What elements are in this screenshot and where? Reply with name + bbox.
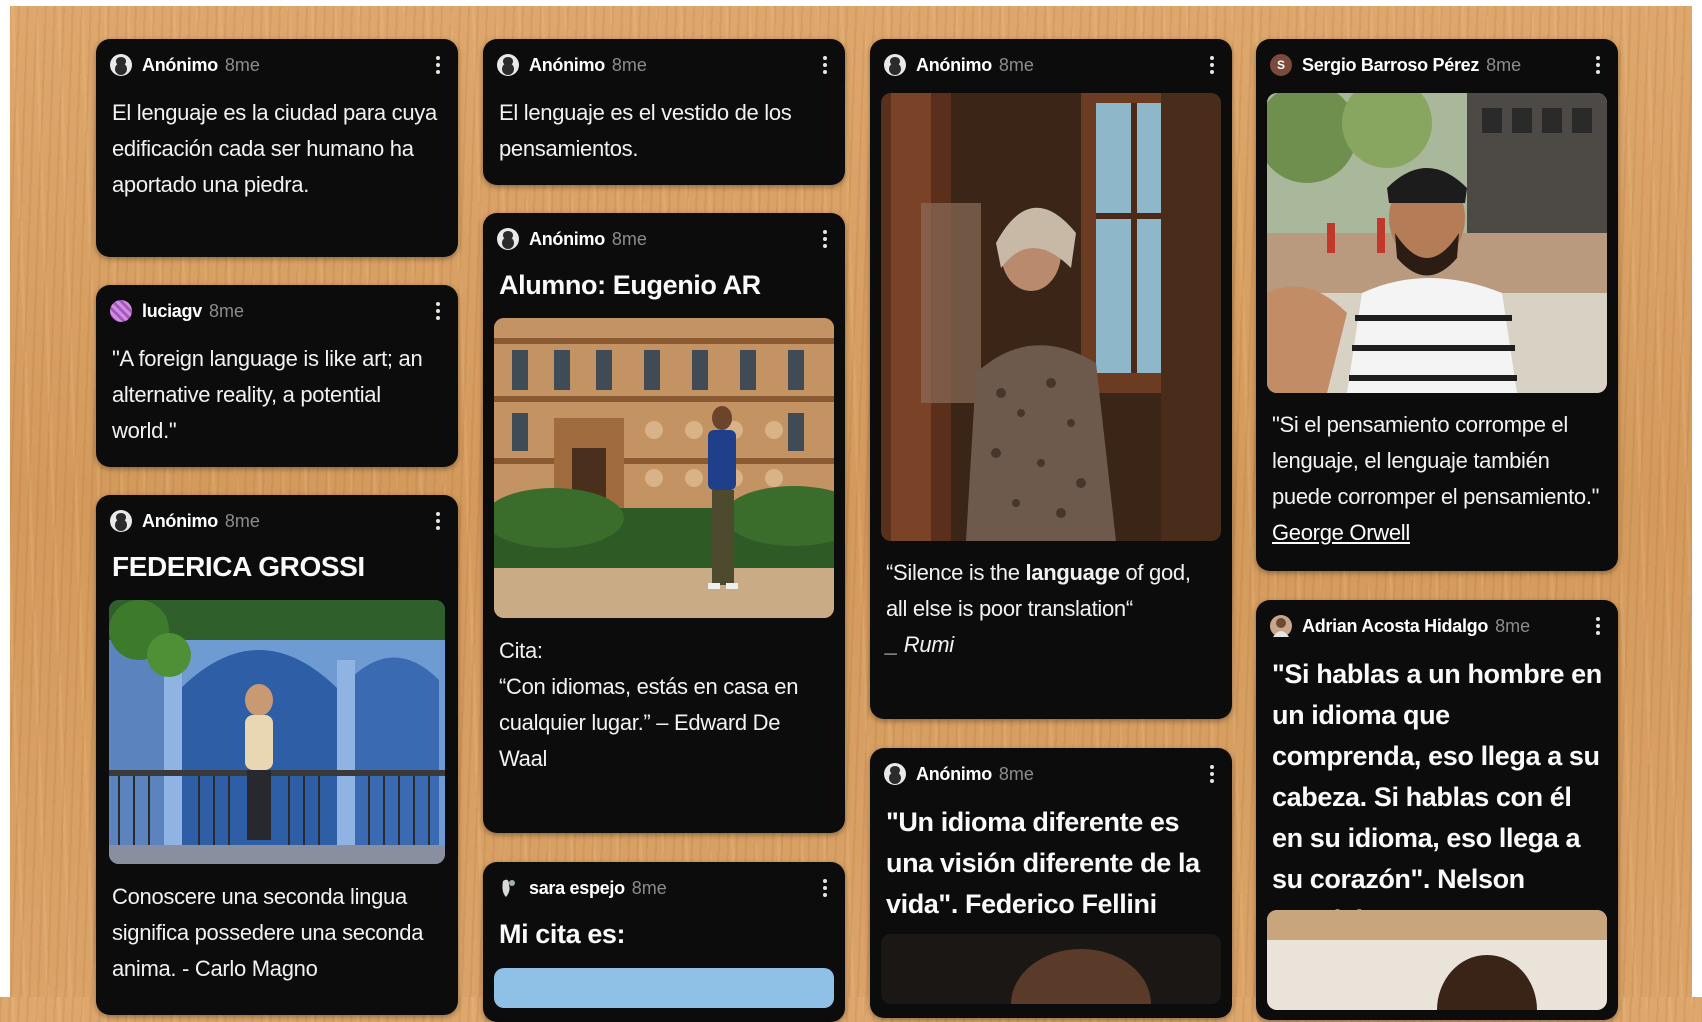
frame-top [0,0,1702,6]
anonymous-avatar-icon [497,54,519,76]
post-text-label: Cita: [499,638,543,663]
post-card[interactable]: sara espejo 8me Mi cita es: [483,862,845,1022]
anonymous-avatar-icon [110,510,132,532]
user-avatar: S [1270,54,1292,76]
post-text: Conoscere una seconda lingua significa p… [112,884,424,981]
post-image[interactable] [881,934,1221,1004]
post-header: Anónimo 8me [110,509,444,533]
user-avatar [110,300,132,322]
post-card[interactable]: Anónimo 8me El lenguaje es la ciudad par… [96,39,458,257]
post-header: Anónimo 8me [884,762,1218,786]
user-avatar [497,877,519,899]
post-author[interactable]: Anónimo [529,55,605,76]
post-image[interactable] [109,600,445,864]
quote-bold: language [1025,560,1120,585]
post-time: 8me [224,510,260,531]
anonymous-avatar-icon [884,763,906,785]
post-author[interactable]: luciagv [142,301,202,322]
post-card[interactable]: luciagv 8me "A foreign language is like … [96,285,458,467]
post-attribution: _ Rumi [886,632,954,657]
post-card[interactable]: S Sergio Barroso Pérez 8me "Si el pensam… [1256,39,1618,571]
more-vertical-icon[interactable] [819,227,831,251]
post-image[interactable] [494,968,834,1008]
post-header: Anónimo 8me [110,53,444,77]
more-vertical-icon[interactable] [1592,53,1604,77]
post-text: El lenguaje es el vestido de los pensami… [499,100,792,161]
anonymous-avatar-icon [884,54,906,76]
post-author[interactable]: Anónimo [529,229,605,250]
post-image[interactable] [494,318,834,618]
post-time: 8me [631,877,667,898]
post-author[interactable]: Anónimo [142,511,218,532]
post-title: FEDERICA GROSSI [112,551,365,582]
post-time: 8me [208,300,244,321]
post-author[interactable]: Adrian Acosta Hidalgo [1302,616,1488,637]
more-vertical-icon[interactable] [432,509,444,533]
more-vertical-icon[interactable] [432,299,444,323]
post-time: 8me [998,763,1034,784]
post-author[interactable]: sara espejo [529,878,625,899]
anonymous-avatar-icon [497,228,519,250]
quote-text: "Si el pensamiento corrompe el lenguaje,… [1272,412,1600,509]
post-card[interactable]: Anónimo 8me Alumno: Eugenio AR Cita: “Co… [483,213,845,833]
post-header: Adrian Acosta Hidalgo 8me [1270,614,1604,638]
post-header: Anónimo 8me [884,53,1218,77]
post-image[interactable] [1267,910,1607,1010]
more-vertical-icon[interactable] [432,53,444,77]
anonymous-avatar-icon [110,54,132,76]
post-text: "Un idioma diferente es una visión difer… [886,807,1200,919]
post-text: "Si el pensamiento corrompe el lenguaje,… [1272,407,1602,551]
post-header: Anónimo 8me [497,227,831,251]
post-text: “Con idiomas, estás en casa en cualquier… [499,674,799,771]
post-image[interactable] [881,93,1221,541]
post-text: “Silence is the language of god, all els… [886,555,1216,627]
author-link[interactable]: George Orwell [1272,520,1410,545]
post-title: Mi cita es: [499,919,626,949]
frame-right [1692,0,1702,997]
post-author[interactable]: Anónimo [916,55,992,76]
post-header: luciagv 8me [110,299,444,323]
post-time: 8me [611,228,647,249]
more-vertical-icon[interactable] [1592,614,1604,638]
post-header: Anónimo 8me [497,53,831,77]
post-time: 8me [1486,54,1522,75]
post-author[interactable]: Anónimo [142,55,218,76]
post-time: 8me [1495,615,1531,636]
frame-left [0,0,10,997]
post-author[interactable]: Anónimo [916,764,992,785]
post-time: 8me [611,54,647,75]
post-card[interactable]: Anónimo 8me FEDERICA GROSSI Conoscere un… [96,495,458,1015]
post-header: S Sergio Barroso Pérez 8me [1270,53,1604,77]
post-author[interactable]: Sergio Barroso Pérez [1302,55,1479,76]
post-time: 8me [998,54,1034,75]
post-image[interactable] [1267,93,1607,393]
quote-pre: “Silence is the [886,560,1026,585]
post-title: Alumno: Eugenio AR [499,270,761,300]
post-text: "A foreign language is like art; an alte… [112,346,423,443]
post-card[interactable]: Anónimo 8me El lenguaje es el vestido de… [483,39,845,185]
user-avatar [1270,615,1292,637]
post-card[interactable]: Anónimo 8me “Silence is the language of [870,39,1232,719]
post-text: El lenguaje es la ciudad para cuya edifi… [112,100,437,197]
post-header: sara espejo 8me [497,876,831,900]
more-vertical-icon[interactable] [819,53,831,77]
post-card[interactable]: Anónimo 8me "Un idioma diferente es una … [870,748,1232,1018]
more-vertical-icon[interactable] [819,876,831,900]
post-card[interactable]: Adrian Acosta Hidalgo 8me "Si hablas a u… [1256,600,1618,1020]
more-vertical-icon[interactable] [1206,762,1218,786]
more-vertical-icon[interactable] [1206,53,1218,77]
post-time: 8me [224,54,260,75]
post-text: "Si hablas a un hombre en un idioma que … [1272,659,1602,935]
